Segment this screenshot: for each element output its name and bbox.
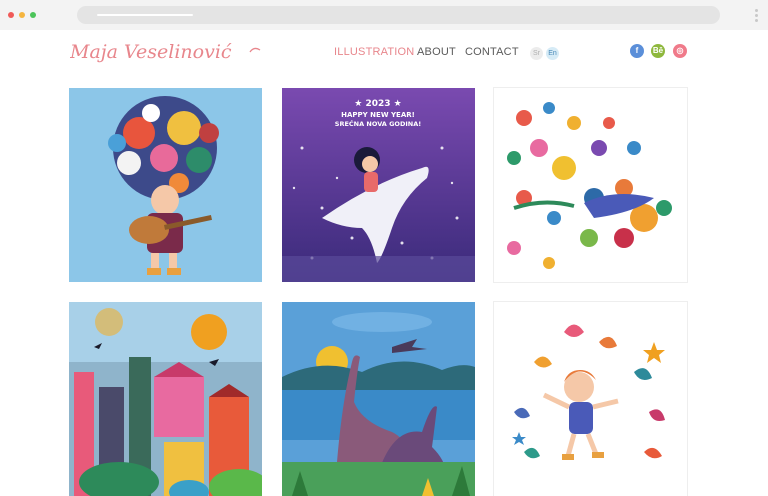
nav-contact[interactable]: CONTACT [465, 46, 519, 58]
behance-icon[interactable]: Bē [651, 44, 665, 58]
facebook-icon[interactable]: f [630, 44, 644, 58]
tile-caption-serbian: SREĆNA NOVA GODINA! [335, 119, 421, 128]
gallery-tile-dinosaurs[interactable] [282, 302, 475, 496]
nav-about[interactable]: ABOUT [417, 46, 456, 58]
tile-caption-year: ★ 2023 ★ [354, 99, 401, 109]
gallery-tile-girl-guitar[interactable] [69, 88, 262, 282]
address-bar[interactable] [77, 6, 720, 24]
gallery-tile-new-year-dove[interactable]: ★ 2023 ★ HAPPY NEW YEAR! SREĆNA NOVA GOD… [282, 88, 475, 282]
close-window-dot[interactable] [8, 12, 14, 18]
gallery-tile-girl-leaves[interactable] [493, 301, 688, 496]
browser-menu-icon[interactable] [755, 9, 758, 22]
address-placeholder [97, 14, 193, 16]
tile-caption-english: HAPPY NEW YEAR! [341, 111, 415, 119]
browser-toolbar [0, 0, 768, 30]
maximize-window-dot[interactable] [30, 12, 36, 18]
gallery-tile-flowers-birds[interactable] [493, 87, 688, 283]
nav-illustration[interactable]: ILLUSTRATION [334, 46, 414, 58]
instagram-icon[interactable]: ◎ [673, 44, 687, 58]
minimize-window-dot[interactable] [19, 12, 25, 18]
lang-sr-button[interactable]: Sr [530, 47, 543, 60]
gallery-tile-village[interactable] [69, 302, 262, 496]
logo-text: Maja Veselinović [70, 41, 232, 63]
lang-en-button[interactable]: En [546, 47, 559, 60]
site-logo[interactable]: Maja Veselinović [69, 36, 270, 70]
